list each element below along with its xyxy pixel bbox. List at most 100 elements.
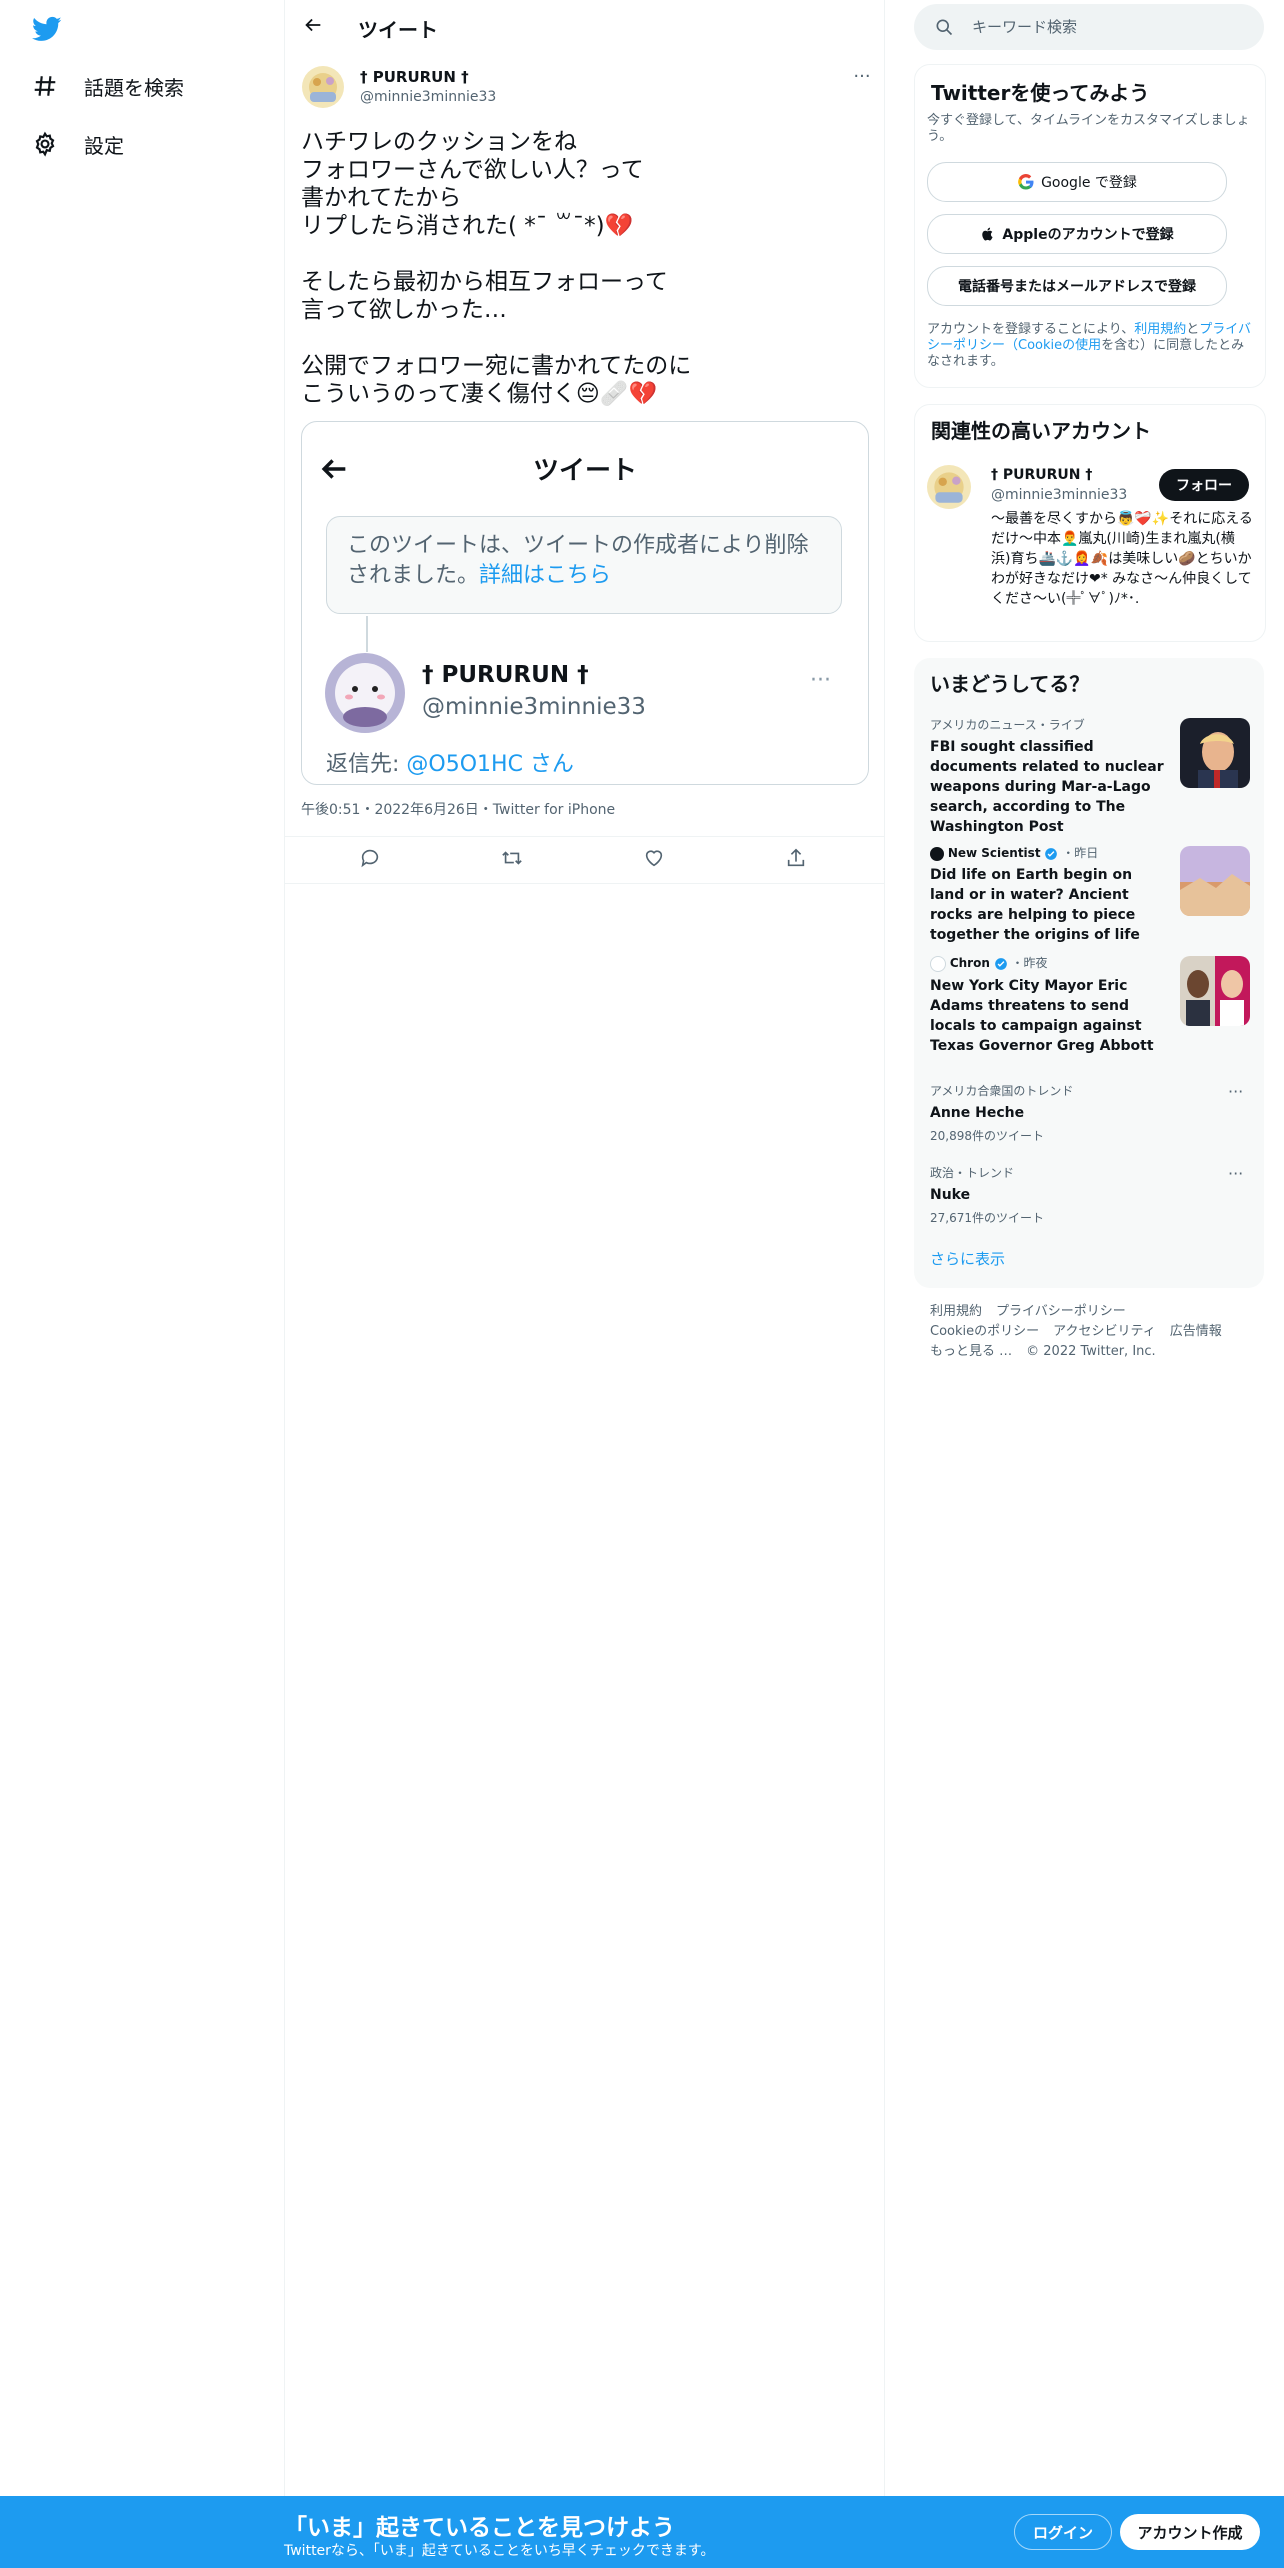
footer-copyright: © 2022 Twitter, Inc. (1026, 1344, 1156, 1359)
embed-avatar (325, 653, 405, 733)
phone-signup-label: 電話番号またはメールアドレスで登録 (958, 279, 1196, 295)
login-button[interactable]: ログイン (1014, 2514, 1112, 2550)
trend-thumbnail (1180, 956, 1250, 1026)
tweet-actions (284, 836, 884, 884)
tweet-image[interactable]: ツイート このツイートは、ツイートの作成者により削除されました。詳細はこちら †… (301, 421, 869, 785)
embed-author-handle: @minnie3minnie33 (422, 694, 646, 720)
verified-badge-icon (994, 957, 1007, 970)
trend-item[interactable]: アメリカのニュース・ライブ FBI sought classified docu… (930, 716, 1170, 837)
source-logo-icon (930, 955, 946, 972)
apple-signup-label: Appleのアカウントで登録 (1002, 227, 1174, 243)
nav-settings-label: 設定 (84, 133, 124, 158)
deleted-learn-more-link: 詳細はこちら (479, 563, 612, 588)
twitter-logo-icon[interactable] (30, 14, 70, 46)
search-bar[interactable] (914, 4, 1264, 50)
verified-badge-icon (1045, 847, 1058, 860)
trend-more-icon[interactable]: ··· (1228, 1164, 1243, 1183)
like-icon[interactable] (643, 847, 669, 873)
apple-signup-button[interactable]: Appleのアカウントで登録 (927, 214, 1227, 254)
embed-more-icon: ··· (810, 668, 831, 693)
trend-title: FBI sought classified documents related … (930, 739, 1164, 835)
retweet-icon[interactable] (501, 847, 527, 873)
trends-card: いまどうしてる？ アメリカのニュース・ライブ FBI sought classi… (914, 658, 1264, 1288)
related-accounts-card: 関連性の高いアカウント † PURURUN † @minnie3minnie33… (914, 404, 1266, 642)
nav-explore[interactable]: 話題を検索 (32, 66, 184, 106)
trend-title: Nuke (930, 1187, 971, 1203)
trend-context: アメリカ合衆国のトレンド (930, 1084, 1074, 1098)
tweet-timestamp[interactable]: 午後0:51・2022年6月26日・Twitter for iPhone (301, 799, 615, 819)
terms-link[interactable]: 利用規約 (1134, 322, 1186, 337)
signup-title: Twitterを使ってみよう (931, 81, 1150, 105)
related-title: 関連性の高いアカウント (931, 419, 1151, 443)
nav-settings[interactable]: 設定 (32, 124, 124, 164)
author-avatar[interactable] (302, 66, 344, 108)
deleted-tweet-notice: このツイートは、ツイートの作成者により削除されました。詳細はこちら (326, 516, 842, 614)
follow-button[interactable]: フォロー (1159, 469, 1249, 501)
reply-icon[interactable] (359, 847, 385, 873)
trend-item[interactable]: New Scientist ・昨日 Did life on Earth begi… (930, 844, 1170, 945)
trend-count: 20,898件のツイート (930, 1129, 1044, 1143)
trend-thumbnail (1180, 846, 1250, 916)
trend-source: New Scientist ・昨日 (930, 844, 1170, 861)
embed-title: ツイート (532, 456, 637, 486)
trend-title: Anne Heche (930, 1105, 1025, 1121)
trend-context: 政治・トレンド (930, 1166, 1015, 1180)
footer-accessibility[interactable]: アクセシビリティ (1053, 1324, 1156, 1339)
trend-more-icon[interactable]: ··· (1228, 1082, 1243, 1101)
trend-context: アメリカのニュース・ライブ (930, 718, 1085, 732)
right-sidebar: Twitterを使ってみよう 今すぐ登録して、タイムラインをカスタマイズしましょ… (900, 0, 1284, 2496)
tweet-text: ハチワレのクッションをね フォロワーさんで欲しい人？って 書かれてたから リプし… (301, 129, 692, 407)
trend-thumbnail (1180, 718, 1250, 788)
trend-item[interactable]: 政治・トレンド Nuke 27,671件のツイート (930, 1164, 1210, 1226)
related-handle[interactable]: @minnie3minnie33 (991, 487, 1127, 503)
back-arrow-icon[interactable] (302, 14, 330, 42)
google-signup-label: Google で登録 (1041, 175, 1137, 191)
trend-item[interactable]: Chron ・昨夜 New York City Mayor Eric Adams… (930, 954, 1170, 1056)
footer-cookie[interactable]: Cookieのポリシー (930, 1324, 1039, 1339)
search-icon (936, 19, 953, 36)
signup-legal-text: アカウントを登録することにより、利用規約とプライバシーポリシー（Cookieの使… (927, 322, 1253, 370)
trend-title: Did life on Earth begin on land or in wa… (930, 867, 1140, 943)
footer-terms[interactable]: 利用規約 (930, 1304, 982, 1319)
trend-count: 27,671件のツイート (930, 1211, 1044, 1225)
signup-banner: 「いま」起きていることを見つけよう Twitterなら、「いま」起きていることを… (0, 2496, 1284, 2568)
hashtag-icon (34, 76, 56, 96)
trend-source-name: New Scientist (947, 846, 1041, 860)
footer-more[interactable]: もっと見る … (930, 1344, 1012, 1359)
trend-time: ・昨日 (1062, 846, 1099, 860)
reply-prefix: 返信先: (326, 752, 407, 777)
footer-links: 利用規約 プライバシーポリシー Cookieのポリシー アクセシビリティ 広告情報 も… (930, 1302, 1260, 1362)
main-column: ツイート † PURURUN † @minnie3minnie33 ··· ハチ… (284, 0, 885, 2496)
gear-icon (35, 131, 55, 157)
signup-card: Twitterを使ってみよう 今すぐ登録して、タイムラインをカスタマイズしましょ… (914, 64, 1266, 388)
reply-target: @O5O1HC さん (406, 752, 574, 777)
legal-pre: アカウントを登録することにより、 (927, 322, 1135, 337)
author-handle[interactable]: @minnie3minnie33 (360, 89, 496, 105)
related-bio: ～最善を尽くすから👼❤️‍🩹✨それに応えるだけ～中本👨‍🦰嵐丸(川崎)生まれ嵐丸… (991, 511, 1253, 607)
trend-time: ・昨夜 (1011, 956, 1048, 970)
nav-explore-label: 話題を検索 (84, 75, 184, 100)
related-name[interactable]: † PURURUN † (991, 467, 1092, 483)
author-name[interactable]: † PURURUN † (360, 68, 469, 86)
more-options-icon[interactable]: ··· (846, 66, 878, 90)
related-avatar[interactable] (927, 465, 971, 509)
apple-icon (982, 227, 993, 241)
show-more-link[interactable]: さらに表示 (930, 1248, 1005, 1269)
banner-title: 「いま」起きていることを見つけよう (284, 2515, 675, 2541)
banner-subtitle: Twitterなら、「いま」起きていることをいち早くチェックできます。 (284, 2543, 715, 2559)
legal-and: と (1186, 322, 1200, 337)
embed-author-name: † PURURUN † (422, 662, 589, 688)
trend-item[interactable]: アメリカ合衆国のトレンド Anne Heche 20,898件のツイート (930, 1082, 1210, 1144)
share-icon[interactable] (785, 847, 811, 873)
source-logo-icon (930, 846, 944, 861)
trend-source: Chron ・昨夜 (930, 954, 1170, 972)
footer-privacy[interactable]: プライバシーポリシー (996, 1304, 1126, 1319)
trends-title: いまどうしてる？ (930, 672, 1090, 696)
footer-ads[interactable]: 広告情報 (1170, 1324, 1222, 1339)
signup-button[interactable]: アカウント作成 (1120, 2514, 1260, 2550)
search-input[interactable] (970, 17, 1254, 37)
trend-source-name: Chron (949, 956, 990, 970)
phone-email-signup-button[interactable]: 電話番号またはメールアドレスで登録 (927, 266, 1227, 306)
left-nav: 話題を検索 設定 (0, 0, 285, 2496)
google-signup-button[interactable]: Google で登録 (927, 162, 1227, 202)
